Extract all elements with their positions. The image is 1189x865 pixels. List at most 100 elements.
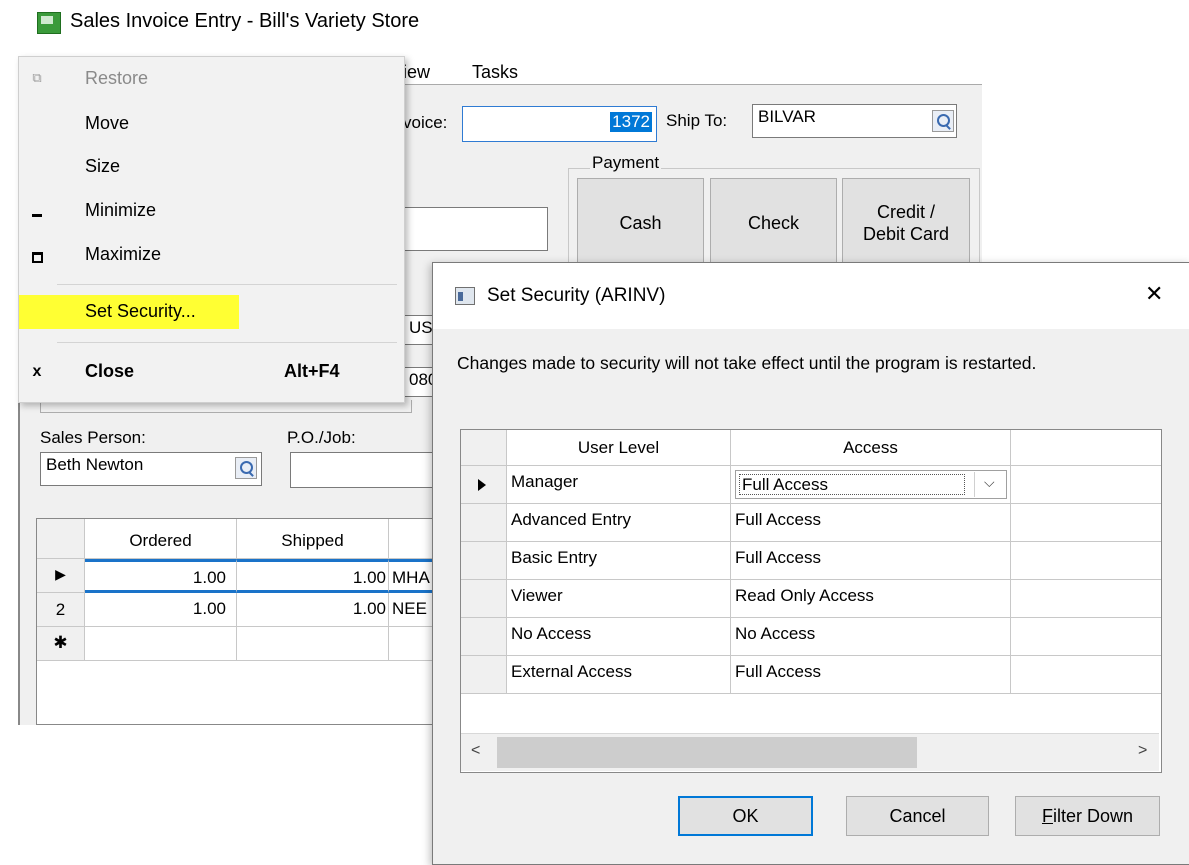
- menu-item-minimize[interactable]: Minimize: [19, 194, 404, 228]
- country-field[interactable]: US: [403, 315, 433, 345]
- po-job-label: P.O./Job:: [287, 428, 356, 447]
- current-row-arrow-icon: [478, 479, 486, 491]
- menu-item-label: Restore: [85, 68, 149, 88]
- minimize-icon: [27, 202, 47, 222]
- cell-user-level[interactable]: Viewer: [507, 580, 731, 618]
- maximize-icon: [27, 246, 47, 268]
- set-security-dialog: Set Security (ARINV) ✕ Changes made to s…: [432, 262, 1189, 865]
- cell-user-level[interactable]: Basic Entry: [507, 542, 731, 580]
- horizontal-scrollbar[interactable]: < >: [461, 733, 1159, 771]
- cell-access[interactable]: Full Access: [731, 504, 1011, 542]
- invoice-number-field[interactable]: 1372: [462, 106, 657, 142]
- scroll-right-icon[interactable]: >: [1138, 742, 1147, 760]
- filter-down-label: ilter Down: [1052, 805, 1134, 826]
- country-value: US: [409, 318, 433, 337]
- menu-item-close[interactable]: x Close Alt+F4: [19, 355, 404, 389]
- cell-access[interactable]: Read Only Access: [731, 580, 1011, 618]
- row-selector-current[interactable]: [461, 466, 507, 504]
- cell-ordered[interactable]: 1.00: [85, 593, 237, 627]
- menu-item-restore[interactable]: ⧉ Restore: [19, 62, 404, 96]
- menu-item-set-security[interactable]: Set Security...: [19, 295, 239, 329]
- cell-item[interactable]: NEE: [389, 593, 433, 627]
- row-selector[interactable]: [461, 580, 507, 618]
- new-row-indicator[interactable]: ✱: [37, 627, 85, 661]
- cell-shipped[interactable]: 1.00: [237, 559, 389, 593]
- close-icon: x: [32, 363, 42, 380]
- app-icon[interactable]: [37, 12, 61, 34]
- column-header-item[interactable]: [389, 519, 433, 559]
- column-header-user-level[interactable]: User Level: [507, 430, 731, 466]
- filter-down-button[interactable]: Filter Down: [1015, 796, 1160, 836]
- column-header-access[interactable]: Access: [731, 430, 1011, 466]
- ship-to-lookup-icon[interactable]: [932, 110, 954, 132]
- cell-access[interactable]: No Access: [731, 618, 1011, 656]
- cell-empty: [1011, 504, 1161, 542]
- dialog-title: Set Security (ARINV): [487, 285, 666, 306]
- filter-down-accelerator: F: [1041, 805, 1053, 826]
- zip-field[interactable]: 080: [403, 367, 437, 397]
- menu-tasks[interactable]: Tasks: [472, 62, 518, 83]
- menu-item-label: Minimize: [85, 200, 157, 220]
- security-grid: User Level Access Manager Full Access ⌵ …: [460, 429, 1162, 773]
- line-items-grid: Ordered Shipped ▶ 1.00 1.00 MHA 2 1.00 1…: [36, 518, 434, 725]
- column-header-ordered[interactable]: Ordered: [85, 519, 237, 559]
- column-header-empty: [1011, 430, 1161, 466]
- column-header-shipped[interactable]: Shipped: [237, 519, 389, 559]
- window-title: Sales Invoice Entry - Bill's Variety Sto…: [70, 10, 420, 32]
- cell-empty: [1011, 656, 1161, 694]
- menu-item-label: Close: [85, 361, 135, 381]
- row-selector[interactable]: [461, 542, 507, 580]
- cell-empty: [1011, 466, 1161, 504]
- credit-debit-card-button[interactable]: Credit / Debit Card: [842, 178, 970, 268]
- menu-view[interactable]: iew: [403, 62, 430, 83]
- cash-button[interactable]: Cash: [577, 178, 704, 268]
- sales-person-field[interactable]: Beth Newton: [40, 452, 262, 486]
- access-select[interactable]: Full Access ⌵: [735, 470, 1007, 499]
- menu-item-label: Maximize: [85, 244, 162, 264]
- invoice-number-selected: 1372: [610, 112, 652, 132]
- ok-button[interactable]: OK: [678, 796, 813, 836]
- cell-user-level[interactable]: Manager: [507, 466, 731, 504]
- check-button[interactable]: Check: [710, 178, 837, 268]
- cell-item[interactable]: [389, 627, 433, 661]
- ship-to-field[interactable]: BILVAR: [752, 104, 957, 138]
- row-selector[interactable]: [461, 618, 507, 656]
- cell-access[interactable]: Full Access ⌵: [731, 466, 1011, 504]
- menu-item-size[interactable]: Size: [19, 150, 404, 184]
- row-indicator[interactable]: 2: [37, 593, 85, 627]
- cell-access[interactable]: Full Access: [731, 542, 1011, 580]
- cell-user-level[interactable]: No Access: [507, 618, 731, 656]
- row-indicator[interactable]: ▶: [37, 559, 85, 593]
- sales-person-lookup-icon[interactable]: [235, 457, 257, 479]
- cell-empty: [1011, 542, 1161, 580]
- sales-person-label: Sales Person:: [40, 428, 146, 447]
- cell-ordered[interactable]: 1.00: [85, 559, 237, 593]
- payment-legend: Payment: [590, 153, 662, 173]
- row-selector[interactable]: [461, 504, 507, 542]
- chevron-down-icon[interactable]: ⌵: [984, 474, 995, 491]
- menu-item-label: Move: [85, 113, 130, 133]
- cell-empty: [1011, 618, 1161, 656]
- credit-button-line1: Credit /: [876, 202, 936, 222]
- dialog-close-icon[interactable]: ✕: [1145, 281, 1163, 307]
- cell-ordered[interactable]: [85, 627, 237, 661]
- close-shortcut: Alt+F4: [284, 361, 340, 381]
- system-menu: ⧉ Restore Move Size Minimize Maximize Se…: [18, 56, 405, 403]
- cell-item[interactable]: MHA: [389, 559, 433, 593]
- row-selector[interactable]: [461, 656, 507, 694]
- invoice-label: voice:: [403, 113, 448, 132]
- grid-corner: [37, 519, 85, 559]
- scroll-left-icon[interactable]: <: [471, 742, 480, 760]
- cell-user-level[interactable]: Advanced Entry: [507, 504, 731, 542]
- cancel-button[interactable]: Cancel: [846, 796, 989, 836]
- menu-item-maximize[interactable]: Maximize: [19, 238, 404, 272]
- menu-item-move[interactable]: Move: [19, 107, 404, 141]
- cell-user-level[interactable]: External Access: [507, 656, 731, 694]
- cell-empty: [1011, 580, 1161, 618]
- cell-shipped[interactable]: [237, 627, 389, 661]
- cell-shipped[interactable]: 1.00: [237, 593, 389, 627]
- customer-field[interactable]: [403, 207, 548, 251]
- po-job-field[interactable]: [290, 452, 435, 488]
- scrollbar-thumb[interactable]: [497, 737, 917, 768]
- cell-access[interactable]: Full Access: [731, 656, 1011, 694]
